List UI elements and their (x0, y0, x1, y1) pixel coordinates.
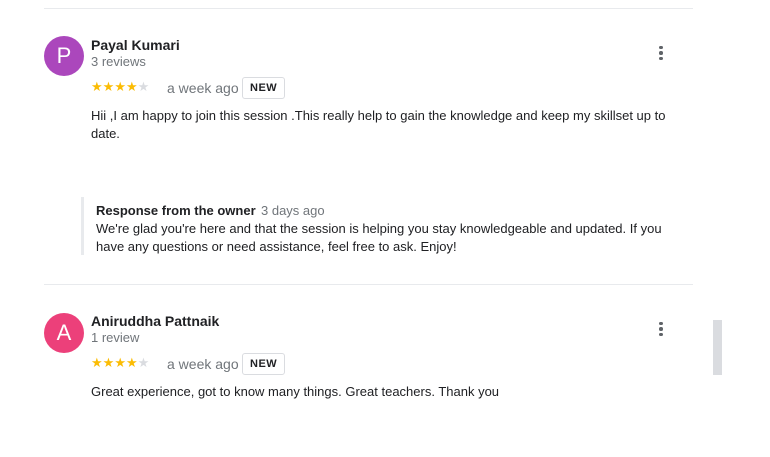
review-time: a week ago (167, 356, 239, 372)
review-text: Hii ,I am happy to join this session .Th… (91, 108, 666, 141)
star-icon: ★ (114, 79, 126, 94)
owner-response-title: Response from the owner (96, 203, 256, 218)
review-count: 3 reviews (91, 54, 146, 69)
star-icon: ★ (125, 79, 138, 94)
more-options-button[interactable] (652, 43, 670, 63)
star-rating: ★★★★★ (91, 79, 149, 95)
divider (44, 8, 693, 9)
star-icon: ★ (137, 355, 150, 370)
owner-response-time: 3 days ago (261, 203, 325, 218)
divider (44, 284, 693, 285)
star-icon: ★ (102, 355, 115, 370)
star-icon: ★ (91, 355, 103, 370)
star-icon: ★ (102, 79, 115, 94)
review-time: a week ago (167, 80, 239, 96)
owner-response-text: We're glad you're here and that the sess… (96, 221, 662, 254)
star-rating: ★★★★★ (91, 355, 149, 371)
owner-response: Response from the owner 3 days ago We're… (81, 197, 684, 255)
star-icon: ★ (137, 79, 150, 94)
new-badge: NEW (242, 77, 286, 99)
scrollbar[interactable] (713, 320, 722, 375)
reviewer-name[interactable]: Aniruddha Pattnaik (91, 313, 219, 329)
more-options-button[interactable] (652, 319, 670, 339)
review-count: 1 review (91, 330, 140, 345)
new-badge: NEW (242, 353, 286, 375)
review-text: Great experience, got to know many thing… (91, 384, 500, 399)
reviewer-name[interactable]: Payal Kumari (91, 37, 180, 53)
more-vert-icon (659, 45, 663, 61)
star-icon: ★ (91, 79, 103, 94)
avatar[interactable]: P (44, 36, 84, 76)
star-icon: ★ (125, 355, 138, 370)
star-icon: ★ (114, 355, 126, 370)
avatar[interactable]: A (44, 313, 84, 353)
more-vert-icon (659, 321, 663, 337)
